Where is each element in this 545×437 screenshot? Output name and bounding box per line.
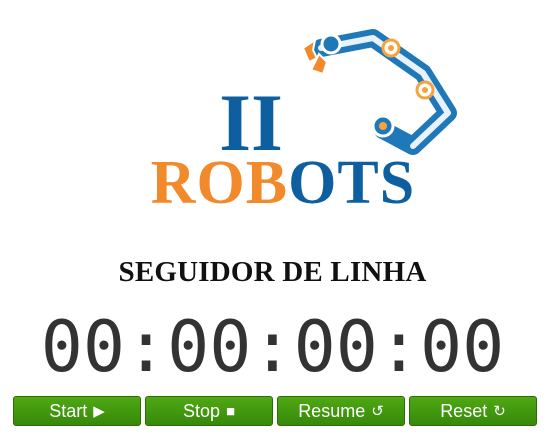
start-button-label: Start bbox=[49, 400, 88, 421]
timer-display: 00:00:00:00 bbox=[40, 306, 505, 388]
robot-logo-graphic: II ROBOTS bbox=[149, 25, 461, 218]
reset-icon: ↻ bbox=[493, 403, 506, 420]
logo-text-orange: ROB bbox=[151, 149, 288, 217]
resume-icon: ↺ bbox=[371, 403, 384, 420]
reset-button[interactable]: Reset ↻ bbox=[409, 396, 537, 426]
stop-button-label: Stop bbox=[182, 400, 220, 421]
svg-text:ROBOTS: ROBOTS bbox=[151, 149, 415, 217]
stop-icon: ■ bbox=[225, 402, 236, 420]
start-button[interactable]: Start ▶ bbox=[13, 396, 141, 426]
play-icon: ▶ bbox=[93, 403, 105, 420]
reset-button-label: Reset bbox=[440, 400, 488, 421]
stop-button[interactable]: Stop ■ bbox=[145, 396, 273, 426]
resume-button[interactable]: Resume ↺ bbox=[277, 396, 405, 426]
robot-logo: II ROBOTS bbox=[83, 18, 481, 218]
logo-text-blue: OTS bbox=[288, 149, 415, 217]
timer-controls: Start ▶ Stop ■ Resume ↺ Reset ↻ bbox=[13, 396, 537, 426]
resume-button-label: Resume bbox=[298, 400, 366, 421]
robot-arm-icon bbox=[301, 25, 461, 159]
page-title: SEGUIDOR DE LINHA bbox=[118, 256, 427, 288]
